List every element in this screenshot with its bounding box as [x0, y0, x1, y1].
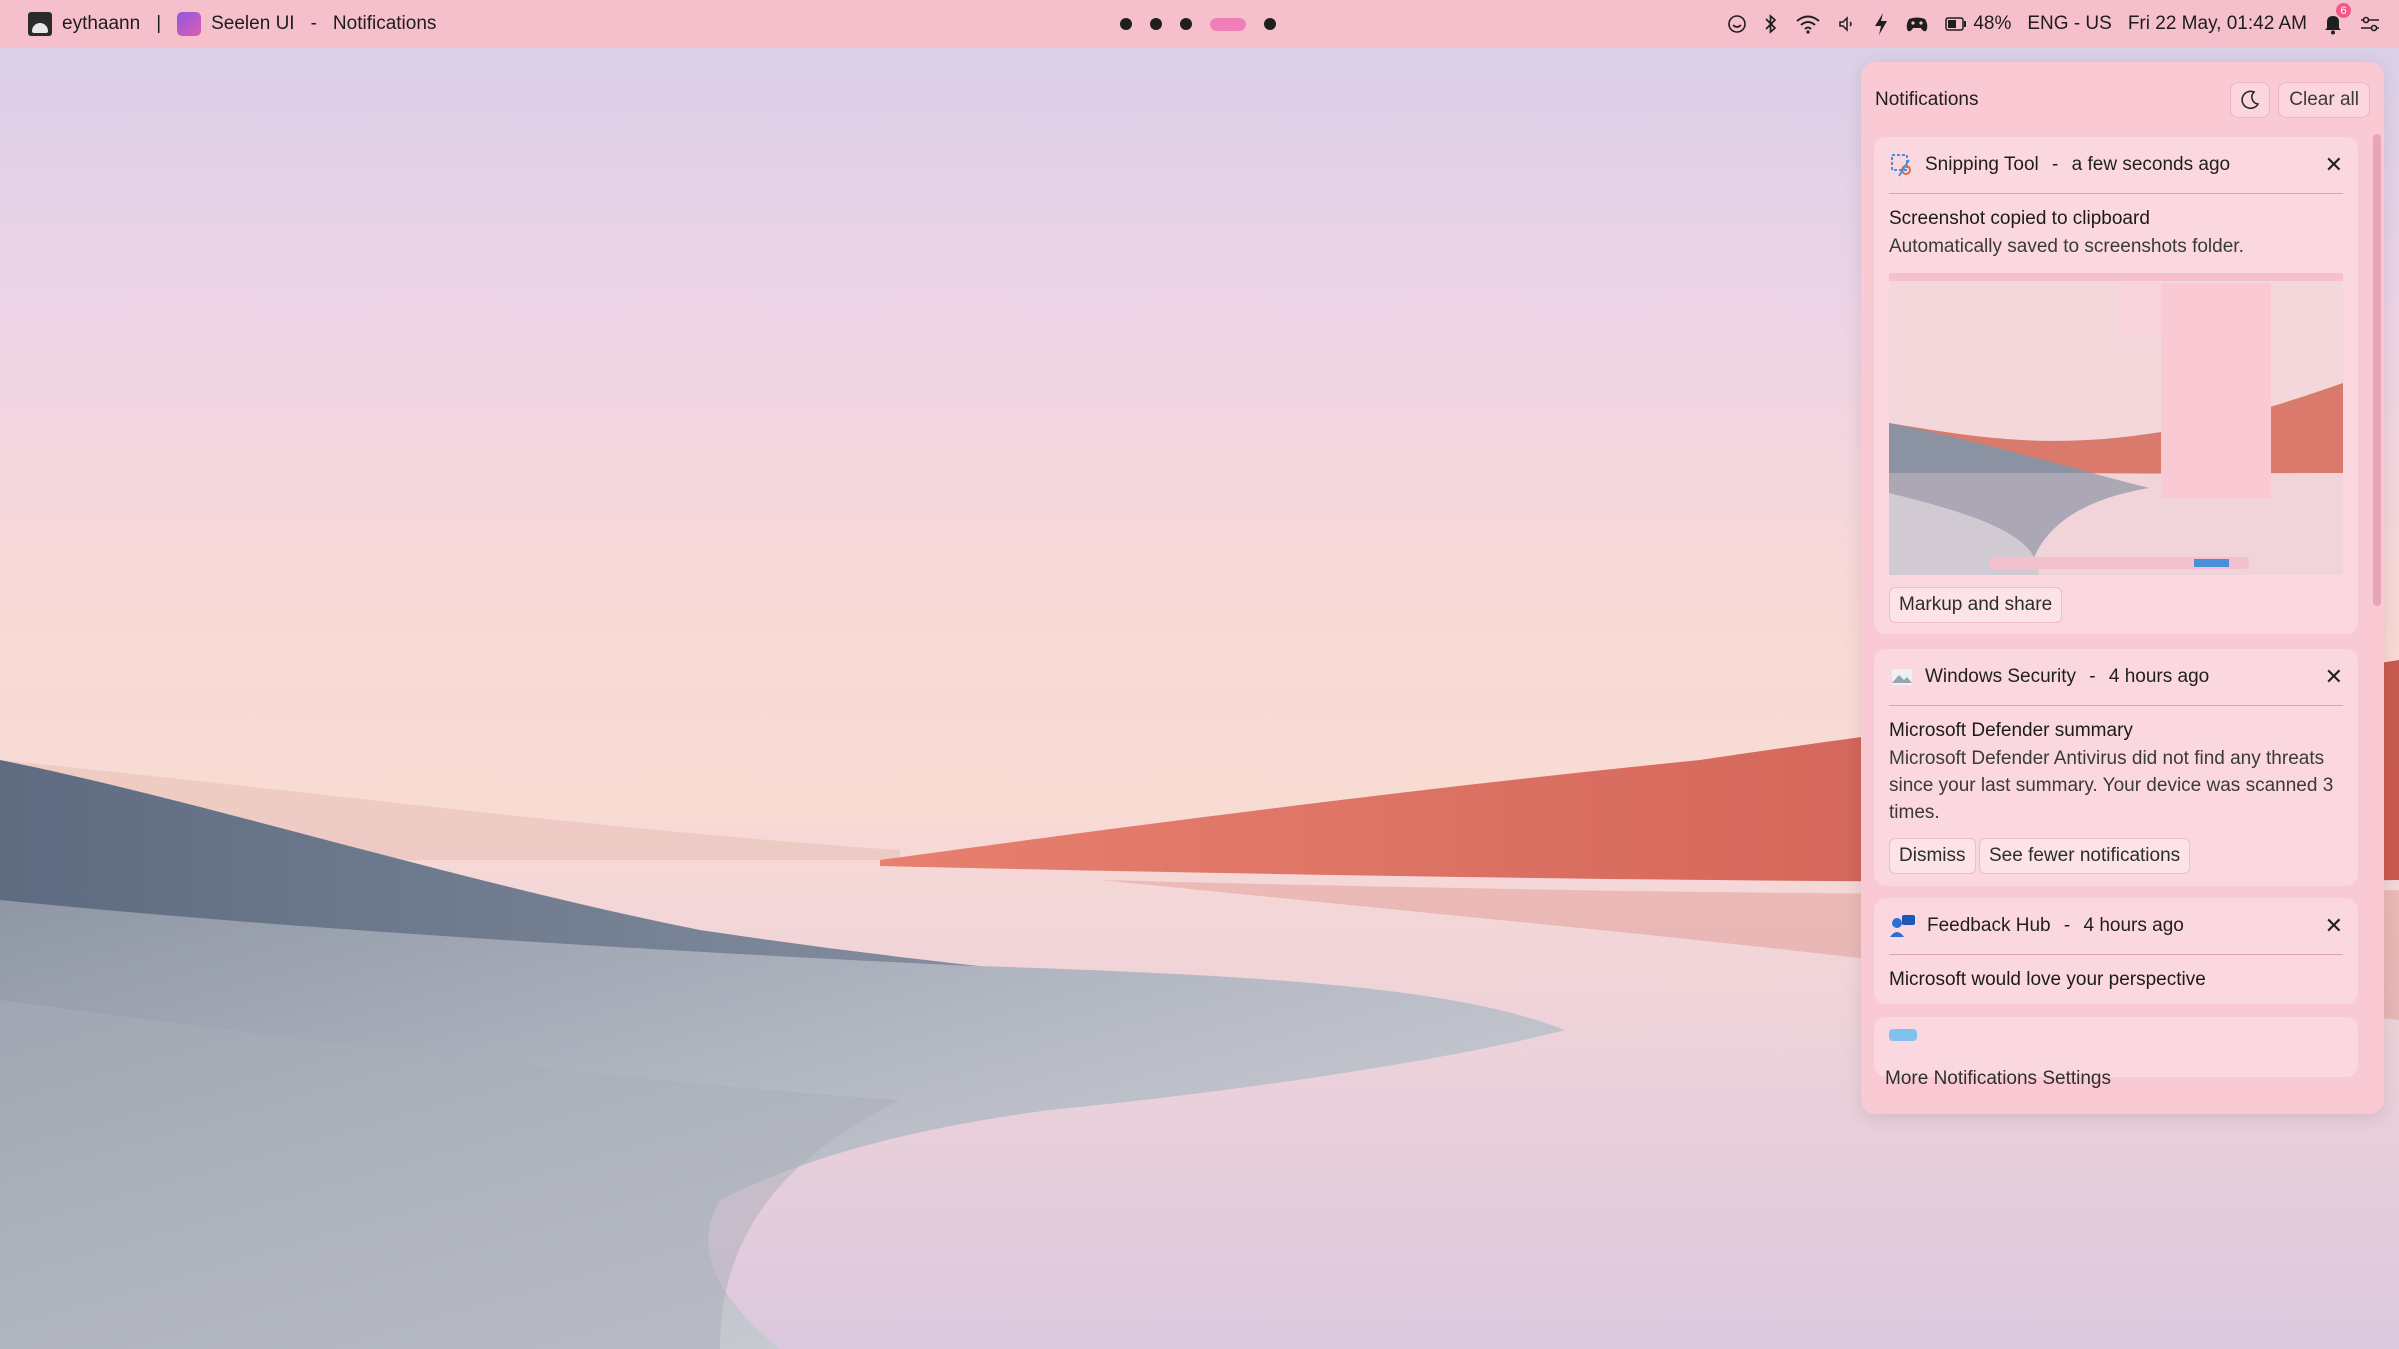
card-app-name: Feedback Hub - 4 hours ago: [1927, 915, 2184, 936]
notification-list: Snipping Tool - a few seconds ago ✕ Scre…: [1874, 137, 2358, 1110]
volume-icon[interactable]: [1837, 14, 1857, 34]
smile-icon[interactable]: [1727, 14, 1747, 34]
card-header: Snipping Tool - a few seconds ago ✕: [1889, 137, 2343, 194]
focused-app-name: Seelen UI: [211, 13, 295, 34]
card-title: Screenshot copied to clipboard: [1889, 208, 2150, 229]
panel-title: Notifications: [1875, 89, 1979, 110]
gamepad-icon[interactable]: [1905, 14, 1929, 34]
language-indicator[interactable]: ENG - US: [2027, 13, 2111, 35]
power-icon[interactable]: [1873, 12, 1889, 36]
notifications-panel: Notifications Clear all Snipping Tool - …: [1861, 62, 2384, 1114]
windows-security-icon: [1892, 669, 1912, 685]
snipping-tool-icon: [1891, 154, 1911, 177]
panel-header: Notifications Clear all: [1875, 80, 2370, 120]
system-tray: 48% ENG - US Fri 22 May, 01:42 AM 6: [1727, 0, 2381, 48]
workspace-5[interactable]: [1264, 18, 1276, 30]
feedback-hub-icon: [1890, 915, 1915, 937]
title-dash: -: [310, 13, 317, 34]
card-title: Microsoft would love your perspective: [1889, 969, 2206, 990]
card-app-name: Windows Security - 4 hours ago: [1925, 666, 2210, 687]
clock[interactable]: Fri 22 May, 01:42 AM: [2128, 13, 2307, 35]
markup-and-share-button[interactable]: Markup and share: [1889, 587, 2063, 623]
battery-icon[interactable]: [1945, 17, 1967, 31]
see-fewer-notifications-button[interactable]: See fewer notifications: [1979, 838, 2191, 874]
focused-window-title: Notifications: [332, 13, 437, 34]
seelen-app-icon: [177, 12, 202, 36]
close-icon[interactable]: ✕: [2325, 913, 2343, 939]
card-body: Automatically saved to screenshots folde…: [1889, 236, 2244, 257]
notification-count-badge: 6: [2336, 3, 2351, 18]
user-name[interactable]: eythaann: [62, 13, 140, 35]
moon-icon: [2241, 90, 2260, 110]
notification-card-feedback-hub[interactable]: Feedback Hub - 4 hours ago ✕ Microsoft w…: [1874, 898, 2358, 1004]
panel-scrollbar[interactable]: [2373, 134, 2381, 606]
bell-icon[interactable]: 6: [2323, 3, 2351, 35]
screenshot-thumbnail[interactable]: [1889, 273, 2343, 575]
settings-toggle-icon[interactable]: [2359, 15, 2381, 33]
notification-card-windows-security[interactable]: Windows Security - 4 hours ago ✕ Microso…: [1874, 649, 2358, 886]
close-icon[interactable]: ✕: [2325, 152, 2343, 178]
workspace-1[interactable]: [1120, 18, 1132, 30]
topbar-left: eythaann | Seelen UI - Notifications: [28, 0, 436, 48]
card-header: Feedback Hub - 4 hours ago ✕: [1889, 898, 2343, 955]
wifi-icon[interactable]: [1795, 14, 1821, 34]
panel-actions: Clear all: [2230, 82, 2370, 118]
workspace-4-active[interactable]: [1210, 17, 1246, 31]
card-app-name: Snipping Tool - a few seconds ago: [1925, 154, 2231, 175]
divider: |: [156, 13, 162, 34]
battery-percent[interactable]: 48%: [1973, 13, 2011, 35]
app-icon: [1889, 1029, 1917, 1041]
close-icon[interactable]: ✕: [2325, 664, 2343, 690]
dismiss-button[interactable]: Dismiss: [1889, 838, 1976, 874]
workspaces: [1120, 0, 1276, 48]
workspace-2[interactable]: [1150, 18, 1162, 30]
notification-card-snipping-tool[interactable]: Snipping Tool - a few seconds ago ✕ Scre…: [1874, 137, 2358, 634]
card-body: Microsoft Defender Antivirus did not fin…: [1889, 748, 2334, 823]
do-not-disturb-button[interactable]: [2230, 82, 2271, 118]
card-title: Microsoft Defender summary: [1889, 720, 2133, 741]
clear-all-button[interactable]: Clear all: [2278, 82, 2370, 118]
more-notifications-settings-link[interactable]: More Notifications Settings: [1885, 1068, 2111, 1090]
card-header: Windows Security - 4 hours ago ✕: [1889, 649, 2343, 706]
top-bar: eythaann | Seelen UI - Notifications 48%…: [0, 0, 2399, 48]
workspace-3[interactable]: [1180, 18, 1192, 30]
bluetooth-icon[interactable]: [1763, 13, 1779, 35]
user-avatar-icon[interactable]: [28, 12, 52, 36]
